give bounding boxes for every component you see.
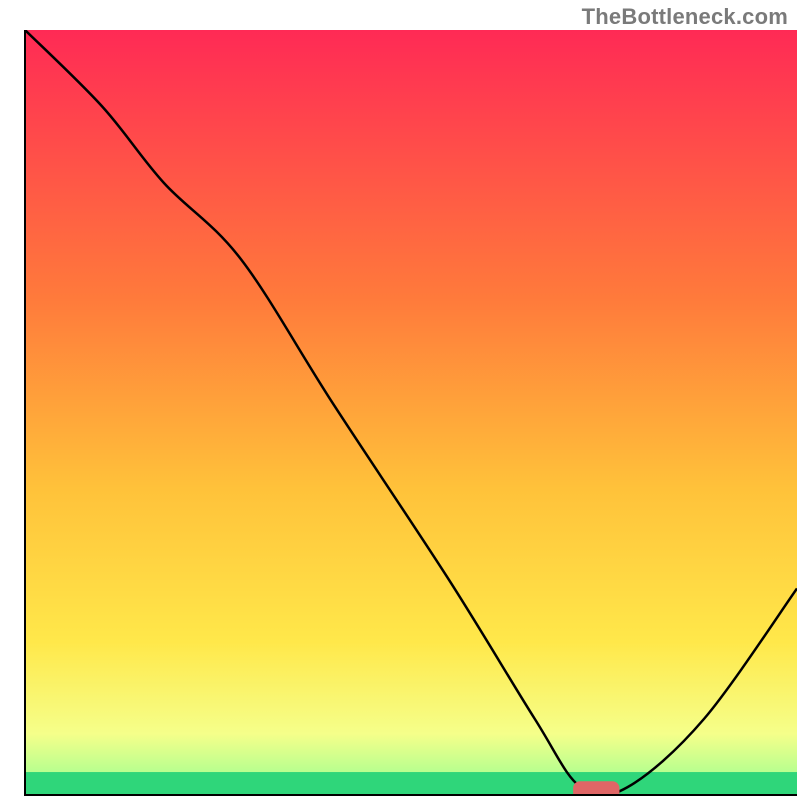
gradient-background <box>25 30 797 795</box>
green-band <box>25 772 797 795</box>
optimum-marker <box>573 781 619 799</box>
chart-svg <box>0 0 800 800</box>
watermark-text: TheBottleneck.com <box>582 4 788 30</box>
chart-container: { "watermark": "TheBottleneck.com", "cha… <box>0 0 800 800</box>
